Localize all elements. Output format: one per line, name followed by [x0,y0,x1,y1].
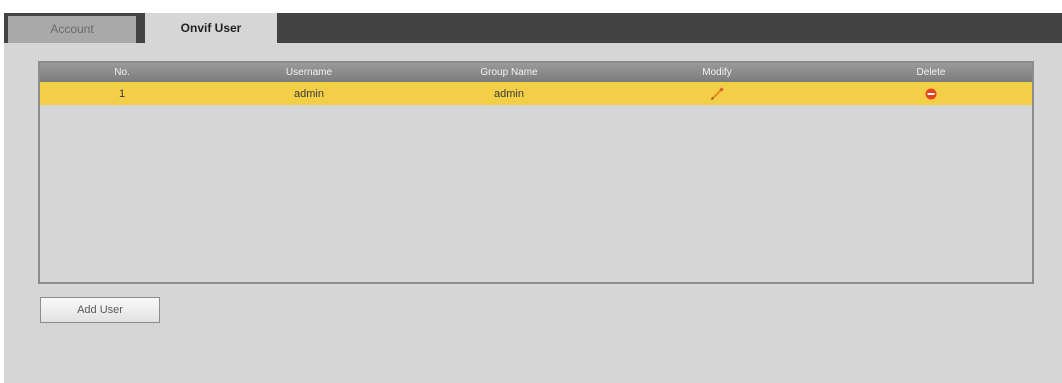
column-header-username: Username [285,67,333,78]
cell-delete [830,87,1032,100]
column-header-delete: Delete [916,67,946,78]
table-row[interactable]: 1 admin admin [40,82,1032,105]
column-header-no: No. [114,67,130,78]
column-header-modify: Modify [702,67,732,78]
delete-icon[interactable] [925,88,937,100]
column-header-group-name: Group Name [480,67,538,78]
table-header: No. Username Group Name Modify Delete [40,63,1032,82]
cell-modify [604,86,830,101]
tab-account[interactable]: Account [8,16,136,43]
tab-bar: Account Onvif User [4,13,1062,43]
onvif-user-panel: Account Onvif User No. Username Group Na… [4,13,1062,383]
tab-onvif-user[interactable]: Onvif User [145,13,277,43]
cell-username: admin [294,87,324,100]
cell-group-name: admin [494,87,524,100]
user-table: No. Username Group Name Modify Delete 1 … [38,61,1034,284]
cell-no: 1 [118,87,126,100]
add-user-button[interactable]: Add User [40,297,160,323]
pencil-icon[interactable] [710,86,724,101]
